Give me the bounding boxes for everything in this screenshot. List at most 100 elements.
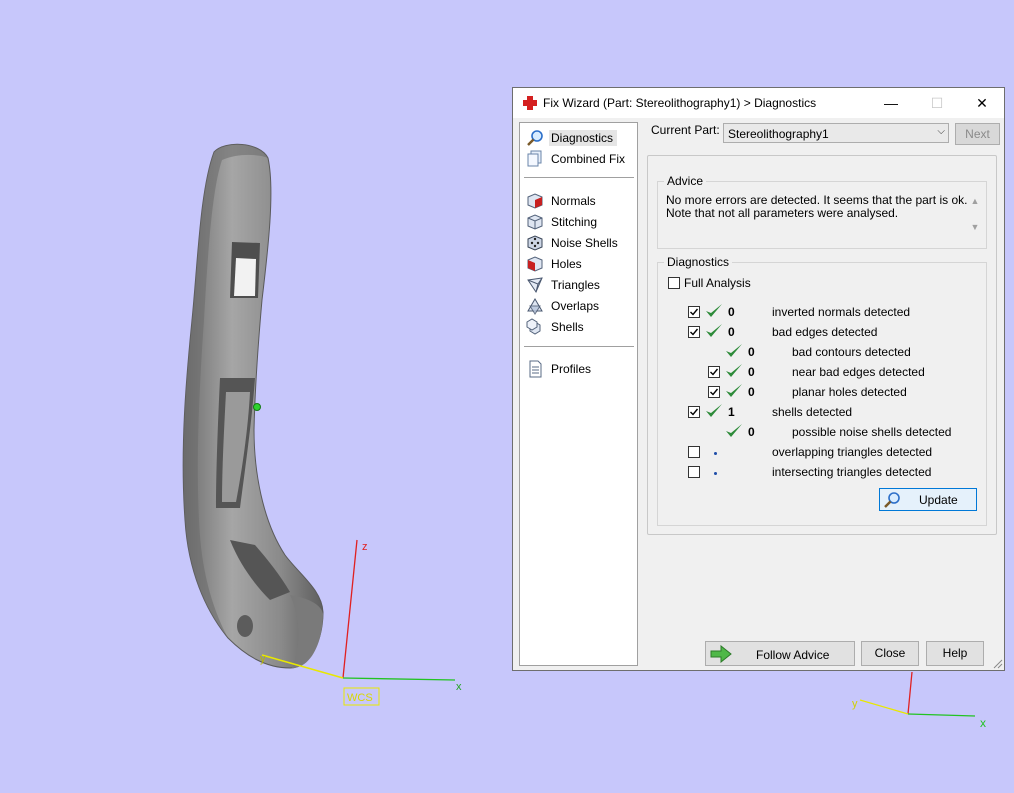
bad-edges-count: 0 [728,325,735,339]
bad-contours-text: bad contours detected [792,345,911,359]
follow-advice-button[interactable]: Follow Advice [705,641,855,666]
nav-label: Noise Shells [551,236,618,250]
full-analysis-checkbox[interactable] [668,277,680,289]
nav-label: Holes [551,257,582,271]
near-bad-edges-text: near bad edges detected [792,365,925,379]
nav-label: Shells [551,320,584,334]
nav-item-profiles[interactable]: Profiles [524,359,634,379]
current-part-label: Current Part: [651,123,720,137]
shells-count: 1 [728,405,735,419]
update-label: Update [919,493,958,507]
wcs-label: WCS [347,692,373,704]
axis-z-label: z [362,541,368,553]
current-part-select[interactable]: Stereolithography1 ⌵ [723,123,949,143]
nav-divider [524,346,634,347]
inverted-normals-checkbox[interactable] [688,306,700,318]
close-button[interactable]: Close [861,641,919,666]
green-check-icon [706,304,722,317]
nav-item-stitching[interactable]: Stitching [524,212,634,232]
green-check-icon [706,324,722,337]
planar-holes-checkbox[interactable] [708,386,720,398]
advice-legend: Advice [664,174,707,188]
nav-item-noise-shells[interactable]: Noise Shells [524,233,634,253]
red-cross-icon [523,96,537,110]
advice-scrollbar[interactable]: ▲ ▼ [968,196,982,246]
bad-edges-text: bad edges detected [772,325,878,339]
shells-checkbox[interactable] [688,406,700,418]
pages-icon [527,150,542,167]
nav-item-combined-fix[interactable]: Combined Fix [524,149,634,169]
cube-hole-icon [527,256,543,272]
near-bad-edges-count: 0 [748,365,755,379]
nav-label: Combined Fix [551,152,626,166]
overlap-icon [527,298,543,315]
magnifier-icon [884,492,900,508]
stl-part-model[interactable] [182,143,324,669]
nav-item-triangles[interactable]: Triangles [524,275,634,295]
bad-edges-checkbox[interactable] [688,326,700,338]
noise-shells-count: 0 [748,425,755,439]
nav-label: Triangles [551,278,600,292]
scroll-down-icon[interactable]: ▼ [968,222,982,232]
inverted-normals-text: inverted normals detected [772,305,911,319]
fix-wizard-dialog: Fix Wizard (Part: Stereolithography1) > … [512,87,1005,671]
nav-label: Normals [551,194,596,208]
pending-dot-icon [714,472,717,475]
chevron-down-icon: ⌵ [937,126,945,137]
pending-dot-icon [714,452,717,455]
intersecting-triangles-checkbox[interactable] [688,466,700,478]
window-title: Fix Wizard (Part: Stereolithography1) > … [543,96,817,110]
overlapping-triangles-text: overlapping triangles detected [772,445,933,459]
triangle-icon [527,277,543,294]
full-analysis-label: Full Analysis [684,276,751,290]
advice-line-2: Note that not all parameters were analys… [666,206,899,220]
current-part-value: Stereolithography1 [728,127,829,141]
document-icon [529,360,542,378]
help-button[interactable]: Help [926,641,984,666]
minimize-button[interactable]: — [868,88,914,118]
title-bar[interactable]: Fix Wizard (Part: Stereolithography1) > … [513,88,1004,118]
follow-advice-label: Follow Advice [756,648,830,662]
nav-item-holes[interactable]: Holes [524,254,634,274]
cube-stitch-icon [527,214,543,230]
maximize-button[interactable]: ☐ [914,88,960,118]
shells-icon [526,318,541,335]
arrow-right-icon [710,645,732,663]
cube-red-icon [527,193,543,209]
nav-item-shells[interactable]: Shells [524,317,634,337]
update-button[interactable]: Update [879,488,977,511]
green-check-icon [726,344,742,357]
scroll-up-icon[interactable]: ▲ [968,196,982,206]
mini-axes: x y [852,671,986,730]
resize-grip-icon[interactable] [991,657,1003,669]
bad-contours-count: 0 [748,345,755,359]
green-check-icon [706,404,722,417]
wizard-nav: Diagnostics Combined Fix Normals Stitchi… [519,122,638,666]
overlapping-triangles-checkbox[interactable] [688,446,700,458]
axis-y-label: y [260,653,266,665]
green-check-icon [726,384,742,397]
next-button[interactable]: Next [955,123,1000,145]
selection-point[interactable] [253,403,261,411]
nav-label: Stitching [551,215,598,229]
nav-label: Overlaps [551,299,600,313]
main-panel: Advice No more errors are detected. It s… [647,155,997,535]
nav-item-diagnostics[interactable]: Diagnostics [524,128,634,148]
magnifier-icon [527,130,543,146]
near-bad-edges-checkbox[interactable] [708,366,720,378]
nav-item-normals[interactable]: Normals [524,191,634,211]
inverted-normals-count: 0 [728,305,735,319]
dice-icon [527,235,543,251]
noise-shells-text: possible noise shells detected [792,425,952,439]
shells-text: shells detected [772,405,853,419]
close-window-button[interactable]: ✕ [959,88,1005,118]
diagnostics-legend: Diagnostics [664,255,733,269]
nav-divider [524,177,634,178]
nav-item-overlaps[interactable]: Overlaps [524,296,634,316]
nav-label: Diagnostics [549,130,618,146]
diagnostics-group: Diagnostics Full Analysis 0 inverted nor… [657,255,987,526]
axis-x-label: x [456,681,462,693]
mini-axis-x-label: x [980,716,986,730]
intersecting-triangles-text: intersecting triangles detected [772,465,932,479]
green-check-icon [726,424,742,437]
